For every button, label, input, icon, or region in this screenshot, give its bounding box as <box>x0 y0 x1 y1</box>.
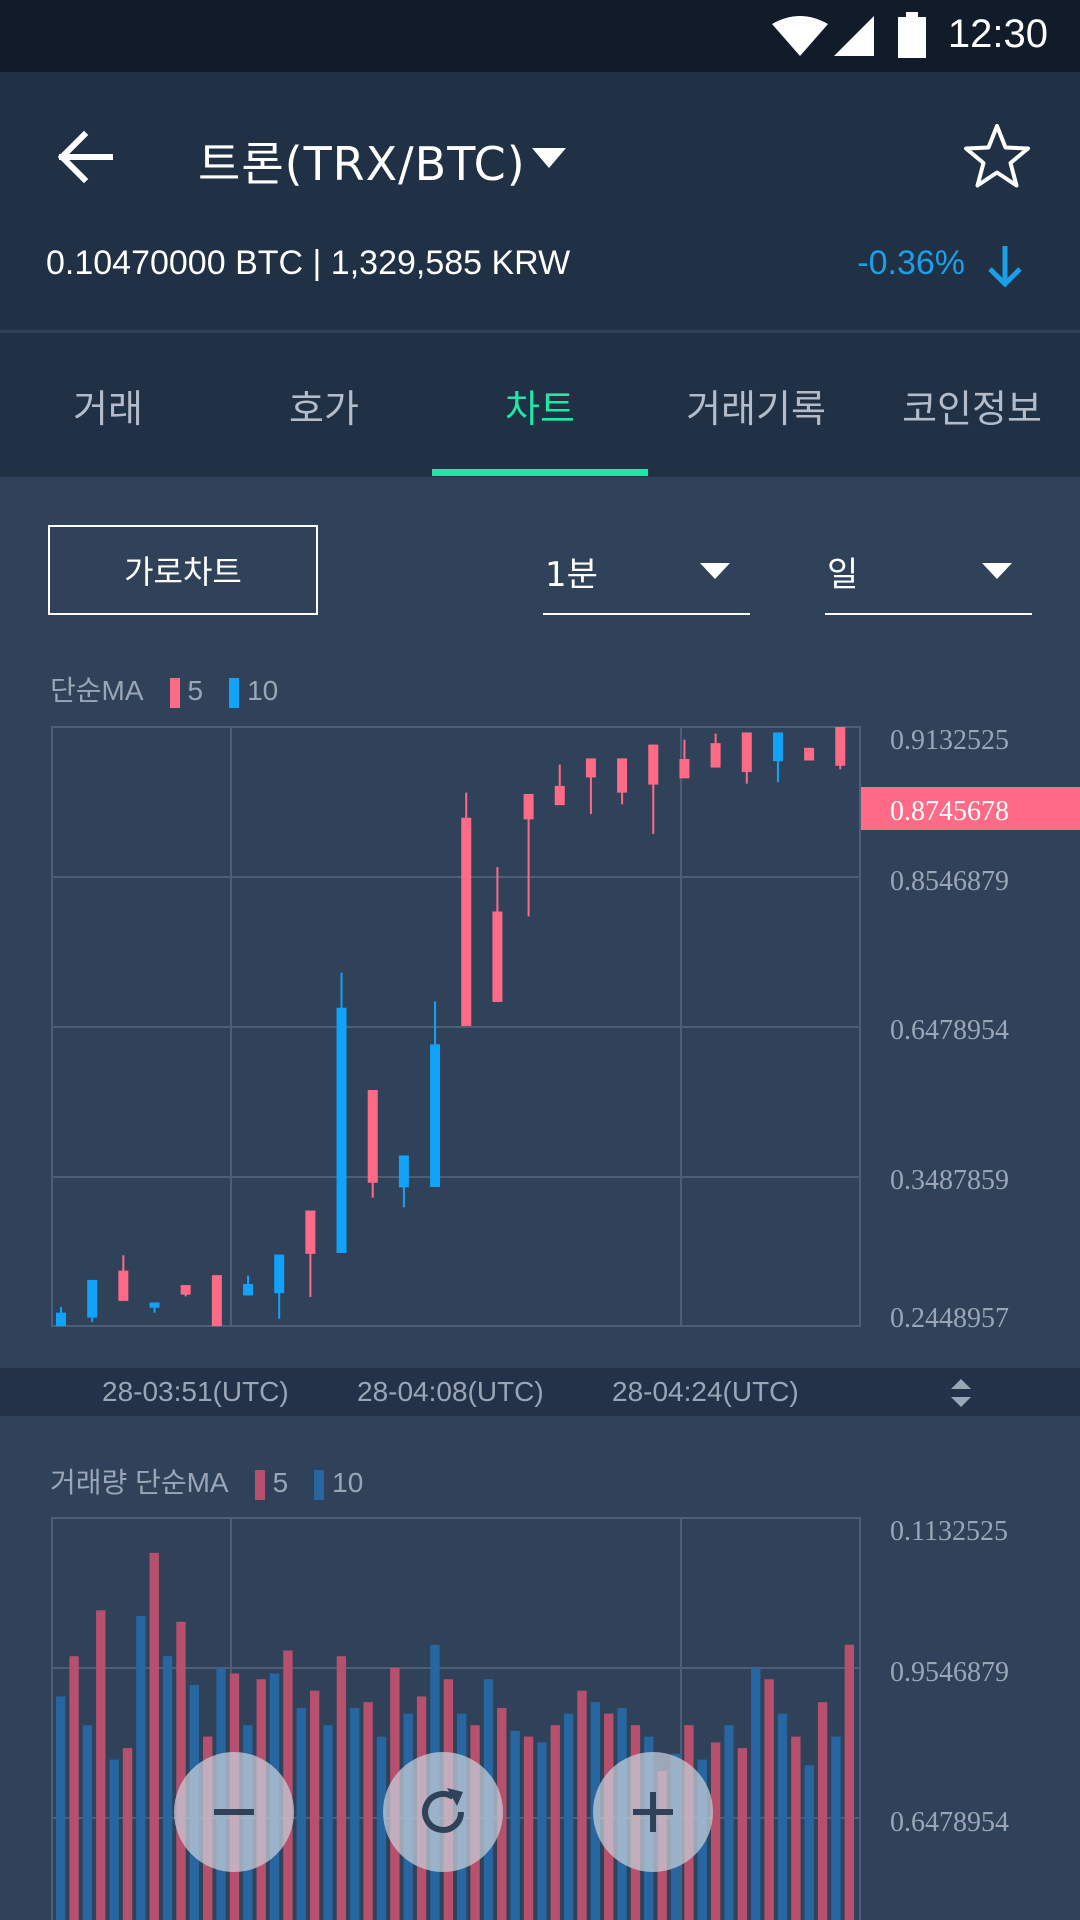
legend-swatch-long <box>314 1469 325 1500</box>
price-chart[interactable]: 0.9132525 0.8546879 0.6478954 0.3487859 … <box>0 0 1080 1370</box>
zoom-out-button[interactable] <box>174 1752 294 1872</box>
candle-body <box>180 1285 191 1295</box>
y-tick-label: 0.9546879 <box>890 1657 1009 1688</box>
y-tick-label: 0.8546879 <box>890 866 1009 897</box>
volume-bar <box>550 1725 560 1920</box>
volume-legend: 거래량 단순MA 5 10 <box>50 1461 363 1501</box>
candle-body <box>398 1155 409 1188</box>
candle-body <box>87 1279 98 1318</box>
y-tick-label: 0.1132525 <box>890 1516 1008 1547</box>
volume-bar <box>149 1552 159 1920</box>
candle-body <box>772 732 783 762</box>
reset-zoom-button[interactable] <box>383 1752 503 1872</box>
candle-body <box>835 727 846 766</box>
volume-bar <box>122 1748 133 1920</box>
volume-bar <box>296 1707 306 1920</box>
volume-bar <box>577 1690 587 1920</box>
volume-y-axis: 0.1132525 0.9546879 0.6478954 <box>890 1516 1009 1838</box>
candle-body <box>554 785 565 806</box>
resize-handle-icon[interactable] <box>948 1376 974 1410</box>
volume-bar <box>791 1736 801 1920</box>
volume-bar <box>56 1696 66 1920</box>
volume-bar <box>831 1736 841 1920</box>
candle-body <box>56 1312 66 1327</box>
volume-bar <box>136 1616 146 1920</box>
volume-bar <box>844 1644 854 1920</box>
volume-bar <box>563 1713 574 1920</box>
volume-bar <box>777 1713 788 1920</box>
zoom-in-button[interactable] <box>593 1752 713 1872</box>
candle-body <box>336 1007 347 1254</box>
candle-body <box>243 1283 254 1296</box>
y-tick-label: 0.2448957 <box>890 1303 1009 1334</box>
y-tick-label: 0.3487859 <box>890 1165 1009 1196</box>
candle-body <box>679 759 690 779</box>
x-tick-label: 28-04:24(UTC) <box>612 1376 799 1407</box>
volume-bar <box>323 1725 333 1920</box>
legend-swatch-short <box>254 1469 265 1500</box>
volume-bar <box>510 1730 520 1920</box>
time-axis: 28-03:51(UTC) 28-04:08(UTC) 28-04:24(UTC… <box>0 1368 1080 1416</box>
volume-bar <box>764 1679 774 1920</box>
candle-body <box>118 1270 129 1301</box>
volume-bar <box>751 1667 761 1920</box>
candle-body <box>804 747 815 761</box>
candle-body <box>617 758 628 793</box>
volume-bar <box>724 1725 734 1920</box>
candle-body <box>367 1090 378 1183</box>
volume-bar <box>710 1742 721 1920</box>
y-tick-label: 0.6478954 <box>890 1807 1009 1838</box>
minus-icon <box>214 1809 254 1815</box>
volume-bar <box>804 1765 814 1920</box>
candle-body <box>149 1302 160 1308</box>
legend-ma-short: 5 <box>272 1467 289 1498</box>
y-tick-label: 0.9132525 <box>890 725 1009 756</box>
volume-bar <box>523 1736 534 1920</box>
volume-bar <box>309 1690 320 1920</box>
volume-bar <box>737 1748 748 1920</box>
y-tick-label: 0.6478954 <box>890 1015 1009 1046</box>
legend-ma-long: 10 <box>332 1467 364 1498</box>
candle-body <box>648 744 659 785</box>
volume-bar <box>176 1621 186 1920</box>
x-tick-label: 28-03:51(UTC) <box>102 1376 289 1407</box>
volume-bar <box>162 1656 173 1920</box>
price-grid <box>51 726 861 1327</box>
candle-body <box>461 817 472 1027</box>
volume-bar <box>363 1702 373 1920</box>
refresh-icon <box>422 1788 464 1833</box>
candle-body <box>492 911 503 1002</box>
legend-label: 거래량 단순MA <box>50 1467 229 1498</box>
volume-chart[interactable]: 0.1132525 0.9546879 0.6478954 <box>0 1500 1080 1920</box>
volume-bar <box>109 1759 119 1920</box>
candle-body <box>305 1210 316 1254</box>
candle-body <box>211 1275 222 1327</box>
candle-body <box>710 743 721 768</box>
volume-bar <box>817 1702 828 1920</box>
volume-bar <box>69 1656 79 1920</box>
volume-bar <box>82 1725 93 1920</box>
candle-body <box>274 1254 285 1294</box>
candle-body <box>585 758 596 778</box>
volume-bar <box>96 1610 106 1920</box>
volume-bar <box>350 1707 360 1920</box>
candle-body <box>430 1044 441 1187</box>
current-price-label: 0.8745678 <box>890 796 1009 827</box>
candle-body <box>741 732 752 772</box>
volume-bar <box>336 1656 347 1920</box>
plus-icon <box>633 1792 673 1832</box>
candle-body <box>523 793 534 820</box>
volume-bar <box>537 1742 547 1920</box>
x-tick-label: 28-04:08(UTC) <box>357 1376 544 1407</box>
